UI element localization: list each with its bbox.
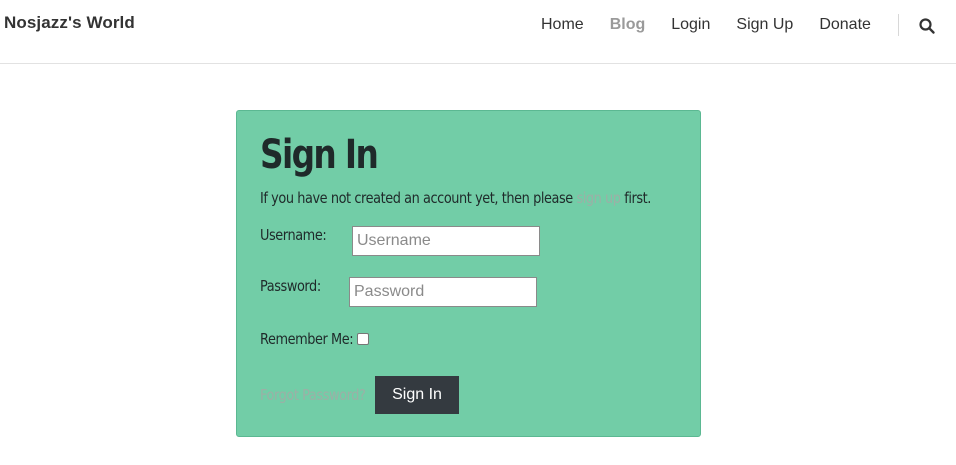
site-brand[interactable]: Nosjazz's World bbox=[4, 13, 135, 33]
forgot-password-link[interactable]: Forgot Password? bbox=[260, 386, 366, 404]
nav-login[interactable]: Login bbox=[671, 14, 710, 36]
username-input[interactable] bbox=[352, 226, 540, 256]
nav-sign-up[interactable]: Sign Up bbox=[736, 14, 793, 36]
top-navbar: Nosjazz's World Home Blog Login Sign Up … bbox=[0, 0, 956, 64]
password-input[interactable] bbox=[349, 277, 537, 307]
signin-card: Sign In If you have not created an accou… bbox=[236, 110, 701, 437]
sign-in-button[interactable]: Sign In bbox=[375, 376, 459, 414]
signin-intro: If you have not created an account yet, … bbox=[260, 187, 651, 209]
intro-text-before: If you have not created an account yet, … bbox=[260, 189, 577, 207]
signin-title: Sign In bbox=[260, 132, 379, 178]
signin-actions: Forgot Password? Sign In bbox=[260, 376, 459, 414]
nav-donate[interactable]: Donate bbox=[819, 14, 871, 36]
username-label: Username: bbox=[260, 226, 327, 244]
intro-text-after: first. bbox=[620, 189, 651, 207]
search-button[interactable] bbox=[918, 17, 936, 35]
nav-blog[interactable]: Blog bbox=[610, 14, 646, 36]
remember-label: Remember Me: bbox=[260, 330, 354, 348]
search-icon bbox=[919, 18, 935, 34]
remember-row: Remember Me: bbox=[260, 330, 369, 348]
nav-divider bbox=[898, 14, 899, 36]
nav-home[interactable]: Home bbox=[541, 14, 584, 36]
main-nav: Home Blog Login Sign Up Donate bbox=[541, 14, 897, 36]
password-label: Password: bbox=[260, 277, 321, 295]
password-row: Password: bbox=[260, 277, 537, 307]
sign-up-link[interactable]: sign up bbox=[576, 189, 621, 207]
remember-checkbox[interactable] bbox=[357, 333, 369, 345]
username-row: Username: bbox=[260, 226, 540, 256]
